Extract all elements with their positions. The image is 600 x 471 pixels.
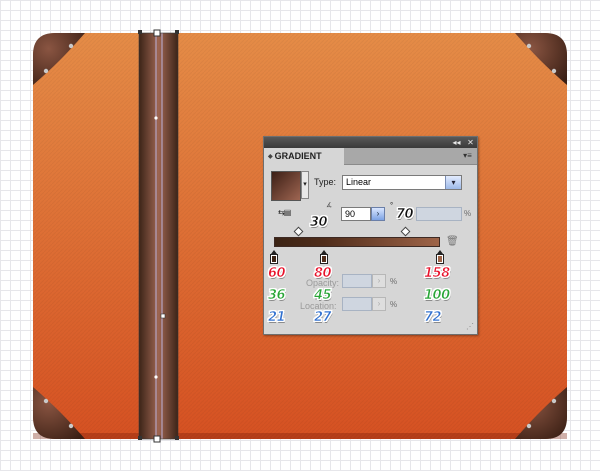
reverse-gradient-icon[interactable]: ⇆▤ bbox=[278, 208, 291, 217]
type-select[interactable]: Linear ▾ bbox=[342, 175, 462, 190]
swatch-dropdown-icon[interactable]: ▾ bbox=[301, 171, 309, 199]
annotation-stop2-blue: 27 bbox=[314, 310, 332, 326]
location-stepper-button[interactable]: › bbox=[372, 297, 386, 311]
panel-titlebar[interactable]: ◂◂ ✕ bbox=[264, 137, 477, 148]
type-label: Type: bbox=[314, 177, 337, 187]
gradient-stop-1[interactable] bbox=[270, 250, 278, 264]
annotation-stop1-green: 36 bbox=[268, 288, 286, 304]
annotation-stop1-blue: 21 bbox=[268, 310, 286, 326]
resize-grip-icon[interactable]: ⋰ bbox=[466, 322, 474, 331]
panel-menu-icon[interactable]: ▾≡ bbox=[461, 150, 474, 161]
opacity-stepper-button[interactable]: › bbox=[372, 274, 386, 288]
opacity-input[interactable] bbox=[342, 274, 372, 288]
annotation-stop2-green: 45 bbox=[314, 288, 332, 304]
gradient-stop-3[interactable] bbox=[436, 250, 444, 264]
angle-icon: ∡ bbox=[326, 202, 333, 209]
annotation-angle: 30 bbox=[310, 215, 328, 231]
tab-gradient-label: GRADIENT bbox=[274, 151, 322, 161]
gradient-panel: ◂◂ ✕ ◆ GRADIENT ▾≡ ▾ Type: Linear ▾ ⇆▤ ∡ … bbox=[263, 136, 478, 335]
location-percent: % bbox=[390, 300, 398, 309]
collapse-icon[interactable]: ◂◂ bbox=[450, 137, 463, 148]
midpoint-diamond-2[interactable] bbox=[400, 226, 411, 237]
type-select-value: Linear bbox=[346, 177, 372, 187]
annotation-stop3-green: 100 bbox=[424, 288, 451, 304]
gradient-stop-2[interactable] bbox=[320, 250, 328, 264]
gradient-slider[interactable] bbox=[274, 237, 440, 247]
aspect-degree-mark: ° bbox=[390, 201, 394, 210]
leather-strap[interactable] bbox=[138, 29, 179, 443]
annotation-aspect: 70 bbox=[396, 207, 414, 223]
annotation-stop2-red: 80 bbox=[314, 266, 332, 282]
angle-input[interactable]: 90 bbox=[341, 207, 371, 221]
tab-gradient[interactable]: ◆ GRADIENT bbox=[264, 148, 344, 165]
angle-stepper-button[interactable]: › bbox=[371, 207, 385, 221]
angle-input-value: 90 bbox=[345, 209, 356, 219]
midpoint-diamond-1[interactable] bbox=[293, 226, 304, 237]
annotation-stop3-blue: 72 bbox=[424, 310, 442, 326]
aspect-ratio-input[interactable] bbox=[416, 207, 462, 221]
aspect-percent: % bbox=[464, 209, 472, 218]
opacity-percent: % bbox=[390, 277, 398, 286]
tab-expand-icon: ◆ bbox=[268, 154, 273, 160]
gradient-swatch[interactable] bbox=[271, 171, 301, 201]
close-icon[interactable]: ✕ bbox=[464, 137, 477, 148]
panel-tab-row: ◆ GRADIENT ▾≡ bbox=[264, 148, 477, 165]
annotation-stop1-red: 60 bbox=[268, 266, 286, 282]
location-input[interactable] bbox=[342, 297, 372, 311]
annotation-stop3-red: 158 bbox=[424, 266, 451, 282]
trash-icon[interactable]: 🗑 bbox=[446, 236, 459, 247]
chevron-down-icon[interactable]: ▾ bbox=[445, 176, 461, 189]
